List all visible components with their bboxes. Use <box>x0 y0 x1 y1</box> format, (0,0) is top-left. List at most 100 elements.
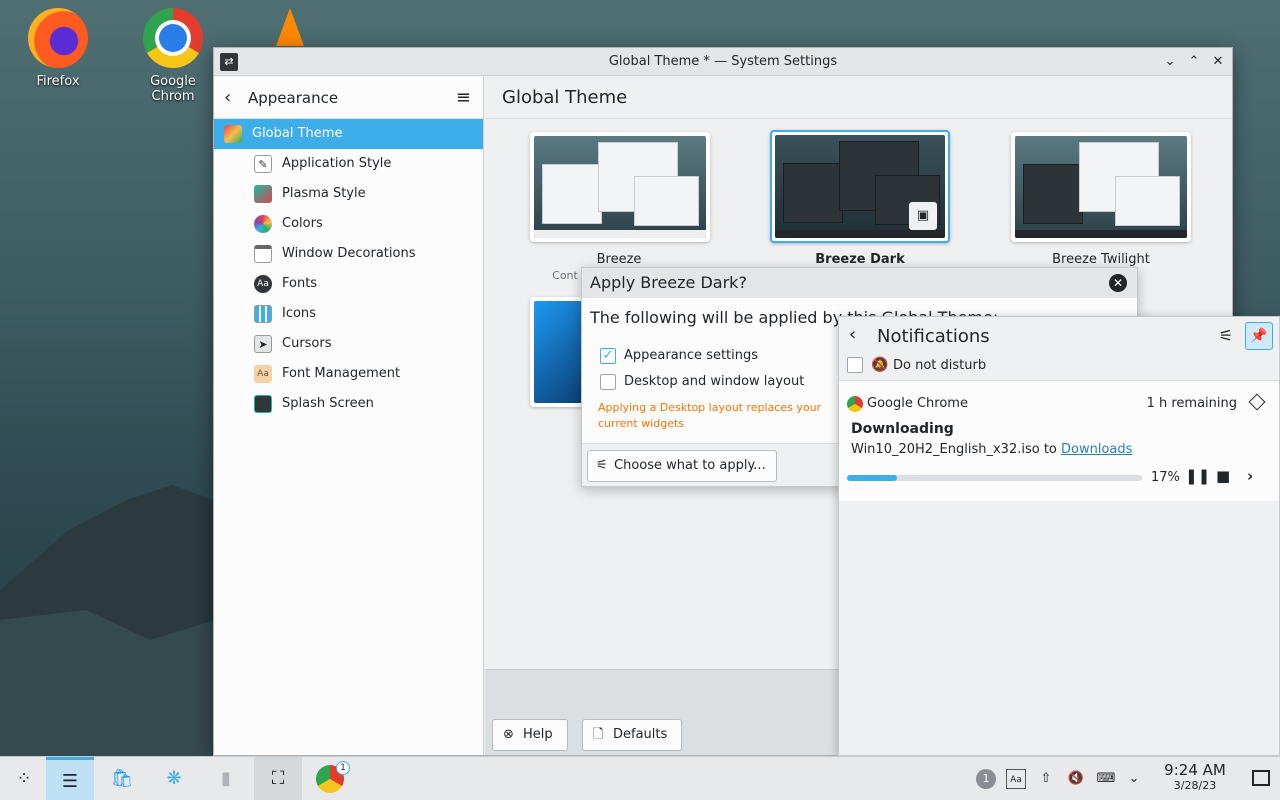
sidebar-item-window-decorations[interactable]: Window Decorations <box>214 239 483 269</box>
pin-icon[interactable]: 📌 <box>1245 322 1273 350</box>
firefox-icon <box>28 8 88 68</box>
show-desktop-icon[interactable] <box>1252 770 1270 786</box>
sidebar-item-colors[interactable]: Colors <box>214 209 483 239</box>
volume-muted-icon[interactable]: 🔇 <box>1066 769 1086 789</box>
page-title: Global Theme <box>485 77 1232 119</box>
defaults-label: Defaults <box>613 727 668 742</box>
appearance-settings-checkbox[interactable]: ✓ <box>600 348 616 364</box>
sidebar-item-cursors[interactable]: ➤ Cursors <box>214 329 483 359</box>
spectacle-icon[interactable]: ⛶ <box>254 757 302 800</box>
notifications-title: Notifications <box>877 326 990 347</box>
maximize-button[interactable]: ⌃ <box>1184 52 1204 72</box>
task-system-settings[interactable]: ☰ <box>46 757 94 800</box>
downloads-link[interactable]: Downloads <box>1061 442 1132 457</box>
theme-thumbnail-breeze[interactable] <box>530 132 710 242</box>
configure-icon: ⚟ <box>596 458 608 473</box>
configure-icon[interactable]: ⚟ <box>1219 326 1233 345</box>
preview-image-icon[interactable]: ▣ <box>909 202 937 230</box>
help-button[interactable]: ⊗ Help <box>492 719 568 751</box>
sidebar-item-fonts[interactable]: Aa Fonts <box>214 269 483 299</box>
pause-icon[interactable]: ❚❚ <box>1185 467 1210 485</box>
notification-remaining: 1 h remaining <box>1146 396 1237 411</box>
chrome-icon <box>847 396 863 412</box>
sidebar-item-application-style[interactable]: ✎ Application Style <box>214 149 483 179</box>
notifications-popup: ‹ Notifications ⚟ 📌 🔕 Do not disturb Goo… <box>838 316 1280 756</box>
bell-off-icon: 🔕 <box>871 357 889 373</box>
cursors-icon: ➤ <box>254 335 272 353</box>
do-not-disturb-checkbox[interactable] <box>847 357 863 373</box>
desktop-icon-label: Google Chrom <box>150 74 196 104</box>
theme-thumbnail-breeze-dark[interactable]: ▣ <box>770 130 950 243</box>
sidebar-item-label: Icons <box>282 306 316 321</box>
help-label: Help <box>523 727 553 742</box>
theme-label: Breeze Twilight <box>1052 252 1150 267</box>
desktop-layout-checkbox[interactable] <box>600 374 616 390</box>
choose-what-to-apply-button[interactable]: ⚟ Choose what to apply... <box>587 450 777 482</box>
colors-icon <box>254 215 272 233</box>
window-decorations-icon <box>254 245 272 263</box>
back-arrow-icon[interactable]: ‹ <box>224 87 231 108</box>
layout-warning: Applying a Desktop layout replaces your … <box>598 401 822 430</box>
do-not-disturb-row[interactable]: 🔕 Do not disturb <box>839 355 1279 381</box>
notification-summary: Downloading <box>851 421 954 437</box>
input-method-icon[interactable]: ⌨ <box>1096 769 1116 789</box>
sidebar-item-label: Application Style <box>282 156 392 171</box>
fonts-icon: Aa <box>254 275 272 293</box>
sidebar-item-label: Plasma Style <box>282 186 366 201</box>
sidebar-item-label: Fonts <box>282 276 318 291</box>
chevron-right-icon[interactable]: › <box>1247 467 1253 485</box>
kde-connect-icon[interactable]: ❋ <box>150 757 198 800</box>
task-google-chrome[interactable]: 1 <box>306 757 354 800</box>
clock[interactable]: 9:24 AM 3/28/23 <box>1155 761 1235 792</box>
sidebar-item-global-theme[interactable]: Global Theme <box>214 119 483 149</box>
download-notification[interactable]: Google Chrome 1 h remaining Downloading … <box>839 381 1279 501</box>
back-arrow-icon[interactable]: ‹ <box>849 324 856 345</box>
sidebar-item-label: Global Theme <box>252 126 343 141</box>
notification-count-icon[interactable]: 1 <box>976 769 996 789</box>
progress-percent: 17% <box>1151 470 1180 485</box>
plasma-style-icon <box>254 185 272 203</box>
sidebar-title: Appearance <box>248 89 339 107</box>
notification-app-name: Google Chrome <box>867 396 968 411</box>
sidebar-item-plasma-style[interactable]: Plasma Style <box>214 179 483 209</box>
icons-icon <box>254 305 272 323</box>
global-theme-icon <box>224 125 242 143</box>
desktop-icon-chrome[interactable]: Google Chrom <box>128 8 218 104</box>
minimize-button[interactable]: ⌄ <box>1160 52 1180 72</box>
dialog-close-icon[interactable]: ✕ <box>1109 274 1127 292</box>
theme-thumbnail-breeze-twilight[interactable] <box>1011 132 1191 242</box>
defaults-button[interactable]: 🗋 Defaults <box>582 719 683 751</box>
sidebar-item-icons[interactable]: Icons <box>214 299 483 329</box>
hamburger-menu-icon[interactable]: ≡ <box>456 87 471 108</box>
desktop-layout-label: Desktop and window layout <box>624 374 805 389</box>
desktop-icon-firefox[interactable]: Firefox <box>13 8 103 89</box>
appearance-settings-label: Appearance settings <box>624 348 759 363</box>
chrome-icon <box>143 8 203 68</box>
dialog-title: Apply Breeze Dark? <box>582 268 1137 298</box>
progress-fill <box>847 475 898 481</box>
taskbar: ⁘ ☰ 🛍 ❋ ▮ ⛶ 1 1 Aa ⇧ 🔇 ⌨ ⌄ 9:24 AM 3/28/… <box>0 756 1280 800</box>
sidebar-item-label: Colors <box>282 216 323 231</box>
clock-time: 9:24 AM <box>1164 761 1226 779</box>
application-launcher-icon[interactable]: ⁘ <box>0 757 48 800</box>
clock-date: 3/28/23 <box>1173 779 1217 792</box>
sidebar-item-font-management[interactable]: Aa Font Management <box>214 359 483 389</box>
title-bar[interactable]: ⇄ Global Theme * — System Settings ⌄ ⌃ ✕ <box>214 48 1232 76</box>
discover-store-icon[interactable]: 🛍 <box>98 757 146 800</box>
notifications-header: ‹ Notifications ⚟ 📌 <box>839 317 1279 355</box>
sidebar-item-splash-screen[interactable]: Splash Screen <box>214 389 483 419</box>
download-file-name: Win10_20H2_English_x32.iso to <box>851 442 1062 457</box>
sidebar-header: ‹ Appearance ≡ <box>214 77 483 119</box>
chevron-up-icon[interactable]: ⌄ <box>1124 769 1144 789</box>
sidebar-item-label: Window Decorations <box>282 246 416 261</box>
keyboard-layout-icon[interactable]: Aa <box>1006 769 1026 789</box>
stop-icon[interactable]: ■ <box>1216 467 1230 485</box>
close-button[interactable]: ✕ <box>1208 52 1228 72</box>
window-title: Global Theme * — System Settings <box>608 54 838 69</box>
file-manager-icon[interactable]: ▮ <box>202 757 250 800</box>
task-badge: 1 <box>336 761 350 775</box>
system-settings-icon: ☰ <box>61 771 79 792</box>
vlc-icon[interactable] <box>276 8 304 46</box>
updates-icon[interactable]: ⇧ <box>1036 769 1056 789</box>
expand-details-icon[interactable] <box>1248 393 1266 411</box>
